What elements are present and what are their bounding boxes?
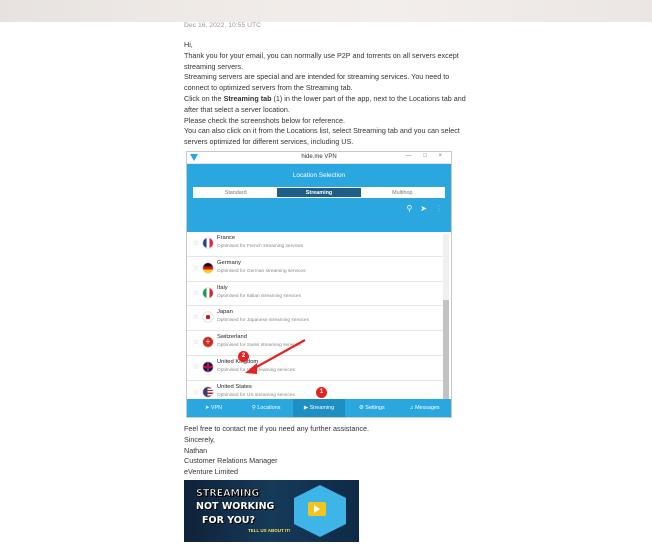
nav-label: Streaming [309, 405, 335, 411]
location-name: Italy [217, 284, 228, 291]
star-icon: ☆ [193, 388, 200, 396]
menu-icon: ⋮ [435, 204, 443, 213]
location-name: United Kingdom [217, 358, 259, 365]
annotation-badge-2: 2 [238, 351, 249, 362]
bottom-nav: ➤ VPN ⚲ Locations ▶ Streaming ⚙ Settings… [187, 399, 451, 417]
text: Click on the [184, 93, 224, 103]
location-name: Japan [217, 309, 233, 316]
location-name: Germany [217, 259, 241, 266]
email-paragraph: Click on the Streaming tab (1) in the lo… [184, 94, 474, 116]
flag-japan-icon [203, 312, 213, 323]
window-controls: — □ × [405, 153, 447, 159]
flag-switzerland-icon: + [203, 337, 213, 348]
list-item: ☆ Japan Optimised for Japanese streaming… [187, 306, 443, 332]
banner-line: NOT WORKING [196, 501, 275, 512]
nav-label: Messages [415, 405, 440, 411]
list-item: ☆ Germany Optimised for German streaming… [187, 257, 443, 282]
nav-locations: ⚲ Locations [240, 399, 293, 417]
email-greeting: Hi, [184, 40, 193, 49]
send-icon: ➤ [420, 204, 427, 213]
flag-germany-icon [203, 262, 213, 273]
nav-streaming: ▶ Streaming [292, 399, 346, 417]
email-paragraph: Please check the screenshots below for r… [184, 115, 346, 125]
emphasis-text: Streaming tab [223, 93, 272, 103]
app-screenshot: hide.me VPN — □ × Location Selection Sta… [186, 151, 452, 418]
email-date: Dec 16, 2022, 10:55 UTC [184, 22, 262, 29]
list-item: ☆ + Switzerland Optimised for Swiss stre… [187, 331, 443, 356]
email-footer: Feel free to contact me if you need any … [184, 424, 369, 478]
location-desc: Optimised for German streaming services [217, 268, 306, 274]
location-name: United States [217, 383, 252, 390]
banner-cta: TELL US ABOUT IT! [248, 528, 291, 533]
location-desc: Optimised for Japanese streaming service… [217, 318, 309, 324]
location-desc: Optimised for US streaming services [217, 392, 295, 398]
banner-line: FOR YOU? [202, 515, 256, 526]
email-paragraph: Streaming servers are special and are in… [184, 72, 450, 93]
promo-banner[interactable]: STREAMING NOT WORKING FOR YOU? TELL US A… [184, 480, 359, 542]
location-desc: Optimised for Swiss streaming services [217, 343, 301, 349]
vpn-icon: ➤ [204, 405, 210, 411]
list-item: ☆ Italy Optimised for Italian streaming … [187, 282, 443, 307]
location-desc: Optimised for UK streaming services [217, 367, 295, 373]
nav-label: Settings [365, 405, 385, 411]
banner-line: STREAMING [196, 488, 260, 500]
nav-vpn: ➤ VPN [187, 399, 240, 417]
gear-icon: ⚙ [358, 405, 364, 411]
star-icon: ☆ [193, 314, 200, 322]
location-header: Location Selection Standard Streaming Mu… [187, 164, 451, 232]
play-icon [308, 502, 326, 516]
nav-label: VPN [210, 405, 222, 411]
top-header-bar [0, 0, 652, 22]
flag-us-icon [203, 386, 213, 397]
location-pin-icon: ⚲ [251, 405, 256, 411]
signature-company: eVenture Limited [184, 467, 238, 477]
footer-line: Sincerely, [184, 434, 216, 444]
tab-multihop: Multihop [392, 190, 413, 196]
flag-france-icon [203, 238, 213, 248]
star-icon: ☆ [193, 240, 200, 247]
list-item: ☆ France Optimised for French streaming … [187, 232, 443, 257]
header-icons: ⚲ ➤ ⋮ [406, 204, 443, 213]
star-icon: ☆ [193, 363, 200, 371]
nav-messages: ♫ Messages [398, 399, 451, 417]
location-tabs: Standard Streaming Multihop [193, 187, 445, 198]
location-list: ☆ France Optimised for French streaming … [187, 232, 443, 404]
star-icon: ☆ [193, 339, 200, 347]
tab-standard: Standard [224, 190, 247, 196]
flag-italy-icon [203, 287, 213, 298]
search-icon: ⚲ [406, 204, 413, 213]
star-icon: ☆ [193, 289, 200, 297]
nav-label: Locations [257, 405, 281, 411]
annotation-badge-1: 1 [316, 387, 327, 398]
footer-line: Feel free to contact me if you need any … [184, 424, 369, 433]
signature-title: Customer Relations Manager [184, 456, 278, 466]
location-name: Switzerland [217, 334, 247, 341]
flag-uk-icon [203, 361, 213, 372]
play-circle-icon: ▶ [303, 405, 309, 411]
location-desc: Optimised for Italian streaming services [217, 293, 301, 299]
window-titlebar: hide.me VPN — □ × [187, 152, 451, 164]
location-desc: Optimised for French streaming services [217, 244, 304, 249]
email-paragraph: Thank you for your email, you can normal… [184, 50, 459, 71]
list-item: ☆ United Kingdom Optimised for UK stream… [187, 356, 443, 381]
star-icon: ☆ [193, 264, 200, 272]
header-title: Location Selection [292, 172, 346, 179]
nav-settings: ⚙ Settings [345, 399, 398, 417]
location-name: France [217, 235, 236, 241]
email-body: Hi, Thank you for your email, you can no… [184, 40, 474, 148]
scrollbar-thumb [443, 300, 449, 400]
bell-icon: ♫ [409, 405, 414, 411]
signature-name: Nathan [184, 445, 208, 455]
tab-streaming: Streaming [277, 188, 361, 197]
email-paragraph: You can also click on it from the Locati… [184, 126, 460, 147]
